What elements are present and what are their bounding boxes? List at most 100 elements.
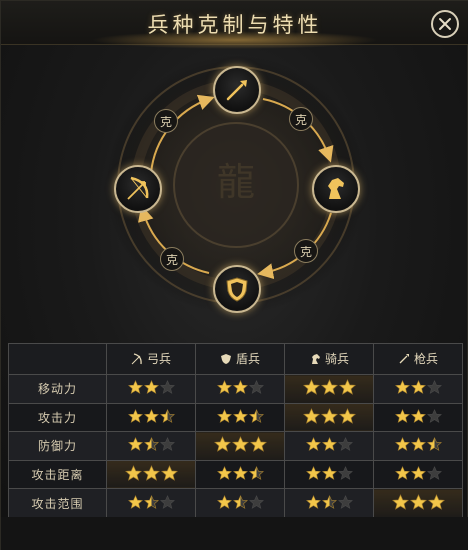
rating-cell [373,459,463,490]
star-rating [124,465,178,481]
star-half-icon [143,494,159,509]
table-header-row: 弓兵 盾兵 骑兵 枪兵 [8,343,463,375]
star-full-icon [410,437,426,452]
panel-footer [1,517,468,550]
title-bar: 兵种克制与特性 [1,1,468,49]
star-full-icon [305,466,321,480]
star-full-icon [231,436,249,453]
column-header-label: 枪兵 [413,352,438,367]
column-header-archer: 弓兵 [106,343,196,375]
star-rating [302,379,356,396]
star-full-icon [320,379,338,396]
star-rating [216,380,264,395]
rating-cell [106,488,196,518]
rating-cell [284,431,374,461]
unit-node-shield[interactable] [213,265,261,313]
star-rating [305,466,353,480]
panel-title: 兵种克制与特性 [147,13,323,37]
unit-node-cavalry[interactable] [312,165,360,213]
star-full-icon [232,408,248,423]
star-full-icon [410,466,426,480]
star-full-icon [394,380,410,395]
counter-badge-cavalry-shield: 克 [294,239,318,263]
star-half-icon [159,408,175,423]
table-row: 移动力 [8,374,463,404]
spear-icon [399,353,409,364]
star-empty-icon [426,466,442,480]
unit-stats-table: 弓兵 盾兵 骑兵 枪兵 移动力 攻击力 防御力 攻击距离 攻击范围 [8,343,463,518]
star-full-icon [160,465,178,481]
row-label: 攻击力 [8,402,107,433]
star-empty-icon [159,380,175,395]
star-full-icon [305,437,321,452]
rating-cell [284,402,374,433]
star-full-icon [320,408,338,424]
star-full-icon [143,408,159,423]
rating-cell [106,459,196,490]
star-full-icon [216,380,232,395]
rating-cell [106,431,196,461]
counter-cycle-diagram: 龍 克 克 克 克 [1,45,468,341]
star-rating [216,494,264,509]
rating-cell [284,459,374,490]
row-label: 攻击范围 [8,488,107,518]
star-empty-icon [337,494,353,509]
star-empty-icon [248,494,264,509]
star-full-icon [305,494,321,509]
star-empty-icon [426,408,442,423]
table-row: 攻击范围 [8,488,463,518]
star-full-icon [302,408,320,424]
star-rating [127,494,175,509]
star-full-icon [216,466,232,480]
star-half-icon [426,437,442,452]
star-empty-icon [248,380,264,395]
rating-cell [373,402,463,433]
star-empty-icon [337,466,353,480]
table-row: 攻击力 [8,402,463,433]
star-full-icon [143,380,159,395]
star-full-icon [127,494,143,509]
star-rating [127,408,175,423]
star-full-icon [302,379,320,396]
unit-node-spear[interactable] [213,66,261,114]
star-full-icon [391,493,409,510]
star-rating [394,380,442,395]
horse-icon [311,353,320,364]
rating-cell [284,374,374,404]
star-rating [394,466,442,480]
rating-cell [106,374,196,404]
rating-cell [195,402,285,433]
close-button[interactable] [431,10,459,38]
star-full-icon [321,437,337,452]
shield-icon [226,277,248,302]
star-rating [302,408,356,424]
table-row: 攻击距离 [8,459,463,490]
star-full-icon [124,465,142,481]
rating-cell [195,374,285,404]
table-body: 移动力 攻击力 防御力 攻击距离 攻击范围 [8,374,463,518]
table-row: 防御力 [8,431,463,461]
star-rating [305,494,353,509]
star-empty-icon [337,437,353,452]
star-rating [216,408,264,423]
star-full-icon [216,408,232,423]
star-rating [391,493,445,510]
star-full-icon [338,379,356,396]
star-full-icon [409,493,427,510]
star-full-icon [427,493,445,510]
rating-cell [195,431,285,461]
column-header-label: 盾兵 [235,352,260,367]
star-full-icon [338,408,356,424]
horse-icon [328,178,344,199]
rating-cell [195,488,285,518]
column-header-label: 骑兵 [324,352,349,367]
counter-badge-archer-spear: 克 [154,109,178,133]
spear-icon [226,80,247,101]
star-half-icon [232,494,248,509]
star-half-icon [321,494,337,509]
row-label: 防御力 [8,431,107,461]
star-full-icon [410,408,426,423]
unit-node-archer[interactable] [114,165,162,213]
star-empty-icon [159,494,175,509]
star-rating [127,437,175,452]
